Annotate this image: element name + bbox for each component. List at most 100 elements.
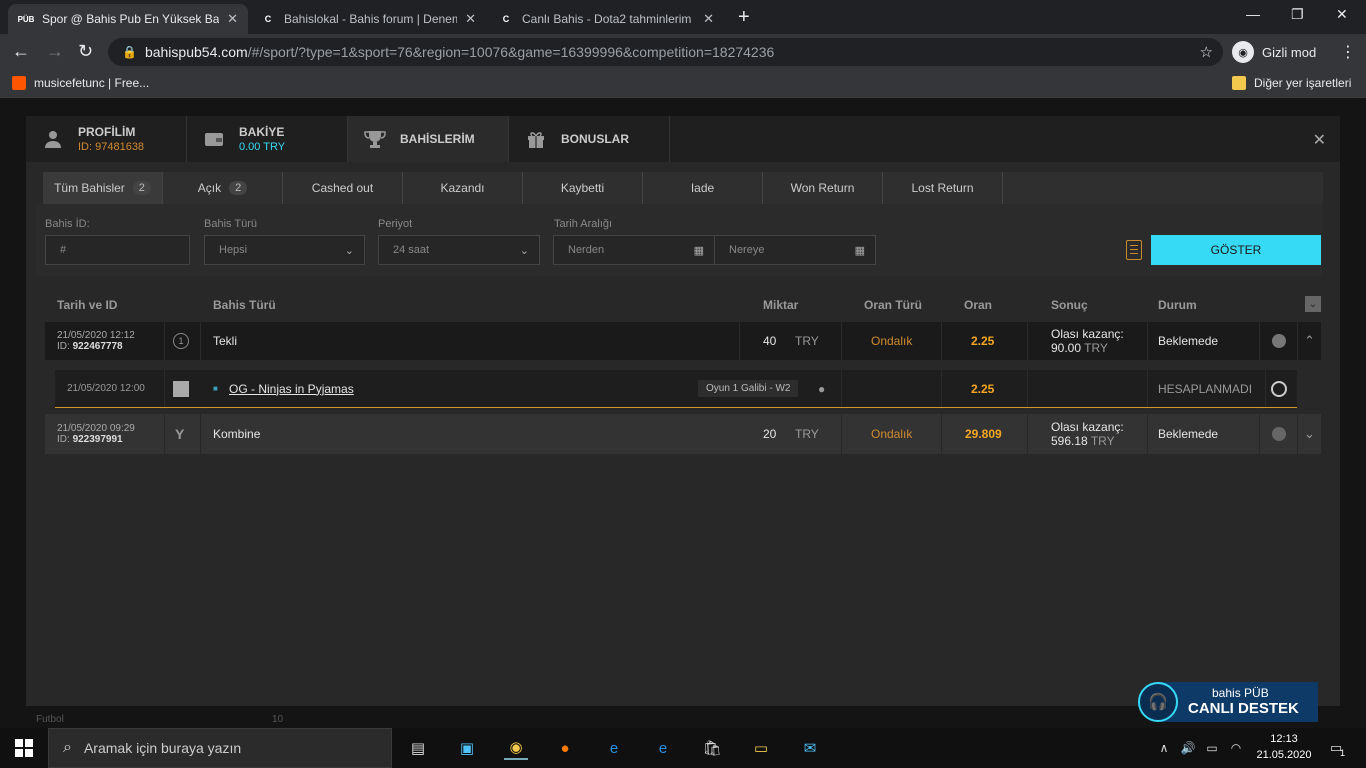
subtab-label: Tüm Bahisler: [54, 181, 125, 195]
bet-id-input[interactable]: #: [45, 235, 190, 265]
taskbar-search-placeholder: Aramak için buraya yazın: [83, 740, 242, 756]
address-bar[interactable]: 🔒 bahispub54.com/#/sport/?type=1&sport=7…: [108, 38, 1223, 66]
windows-start-icon[interactable]: [12, 736, 36, 760]
url-path: /#/sport/?type=1&sport=76&region=10076&g…: [247, 44, 775, 60]
subtab-all-bets[interactable]: Tüm Bahisler 2: [43, 172, 163, 204]
browser-tab-2[interactable]: C Bahislokal - Bahis forum | Denem ✕: [250, 4, 486, 34]
tab-balance[interactable]: BAKİYE 0.00 TRY: [187, 116, 348, 162]
browser-tab-3[interactable]: C Canlı Bahis - Dota2 tahminlerim ✕: [488, 4, 724, 34]
back-icon[interactable]: ←: [12, 41, 30, 62]
bookmarks-bar: musicefetunc | Free... Diğer yer işaretl…: [0, 70, 1366, 98]
count-badge: 2: [229, 181, 248, 195]
bet-date-id: 21/05/2020 12:12 ID: 922467778: [57, 322, 177, 360]
live-support-widget[interactable]: 🎧 bahis PÜB CANLI DESTEK: [1138, 682, 1318, 722]
browser-tab-1[interactable]: PÜB Spor @ Bahis Pub En Yüksek Bahis ✕: [8, 4, 248, 34]
chevron-up-icon[interactable]: ⌃: [1304, 322, 1315, 360]
info-icon[interactable]: ●: [818, 370, 825, 407]
clipboard-icon[interactable]: [1126, 240, 1142, 260]
tab-label: BONUSLAR: [561, 132, 629, 146]
col-bet-type: Bahis Türü: [213, 298, 276, 312]
file-explorer-icon[interactable]: ▭: [749, 736, 773, 760]
new-tab-icon[interactable]: +: [738, 6, 750, 29]
browser-menu-icon[interactable]: ⋮: [1340, 42, 1356, 62]
tab-title: Canlı Bahis - Dota2 tahminlerim: [522, 12, 692, 26]
close-tab-icon[interactable]: ✕: [227, 11, 238, 27]
date-from-input[interactable]: Nerden ▦: [553, 235, 715, 265]
globe-favicon-icon: C: [264, 14, 272, 24]
taskbar-search[interactable]: ⌕ Aramak için buraya yazın: [48, 728, 392, 768]
subtab-cashed-out[interactable]: Cashed out: [283, 172, 403, 204]
period-select[interactable]: 24 saat ⌄: [378, 235, 540, 265]
selection-odds: 2.25: [971, 381, 995, 396]
subtab-lost-return[interactable]: Lost Return: [883, 172, 1003, 204]
chevron-down-icon: ⌄: [344, 244, 354, 257]
forward-icon[interactable]: →: [46, 41, 64, 62]
bookmark-star-icon[interactable]: ☆: [1200, 43, 1213, 61]
bet-id-prefix: ID:: [57, 341, 70, 352]
subtab-lost[interactable]: Kaybetti: [523, 172, 643, 204]
subtab-label: Cashed out: [311, 181, 374, 195]
ie-icon[interactable]: e: [602, 736, 626, 760]
minimize-icon[interactable]: —: [1246, 6, 1260, 22]
live-dot-icon: ■: [213, 384, 218, 393]
subtab-open[interactable]: Açık 2: [163, 172, 283, 204]
other-bookmarks[interactable]: Diğer yer işaretleri: [1232, 76, 1351, 90]
mail-icon[interactable]: ✉: [798, 736, 822, 760]
count-badge: 2: [132, 181, 151, 195]
folder-icon: [1232, 76, 1246, 90]
subtab-refund[interactable]: Iade: [643, 172, 763, 204]
col-amount: Miktar: [763, 298, 799, 312]
selection-status: HESAPLANMADI: [1158, 381, 1253, 396]
tab-my-bets[interactable]: BAHİSLERİM: [348, 116, 509, 162]
battery-icon[interactable]: ▭: [1200, 736, 1224, 760]
selection-date: 21/05/2020 12:00: [67, 383, 145, 394]
store-icon[interactable]: 🛍: [700, 736, 724, 760]
bet-filters: Bahis İD: # Bahis Türü Hepsi ⌄ Periyot 24…: [36, 204, 1322, 276]
taskbar-clock[interactable]: 12:13 21.05.2020: [1254, 731, 1314, 763]
edge-icon[interactable]: e: [651, 736, 675, 760]
bet-id: 922397991: [72, 434, 123, 445]
task-view-icon[interactable]: ▤: [406, 736, 430, 760]
subtab-won[interactable]: Kazandı: [403, 172, 523, 204]
incognito-indicator[interactable]: ◉ Gizli mod: [1232, 40, 1316, 64]
table-row[interactable]: 21/05/2020 12:12 ID: 922467778 1 Tekli 4…: [45, 322, 1321, 360]
user-icon: [42, 128, 64, 150]
notification-count: 1: [1340, 748, 1346, 758]
close-tab-icon[interactable]: ✕: [703, 11, 714, 27]
volume-icon[interactable]: 🔊: [1176, 736, 1200, 760]
single-bet-icon: 1: [173, 322, 189, 360]
bet-type-select[interactable]: Hepsi ⌄: [204, 235, 365, 265]
tab-profile[interactable]: PROFİLİM ID: 97481638: [26, 116, 187, 162]
tab-bonuses[interactable]: BONUSLAR: [509, 116, 670, 162]
firefox-icon[interactable]: ●: [553, 736, 577, 760]
subtab-label: Iade: [690, 181, 715, 195]
match-link[interactable]: OG - Ninjas in Pyjamas: [229, 370, 354, 407]
window-close-icon[interactable]: ✕: [1336, 6, 1348, 23]
show-button[interactable]: GÖSTER: [1151, 235, 1321, 265]
subtab-won-return[interactable]: Won Return: [763, 172, 883, 204]
bookmark-item[interactable]: musicefetunc | Free...: [12, 76, 149, 90]
calendar-icon[interactable]: ▦: [694, 244, 704, 257]
lock-icon: 🔒: [122, 45, 137, 59]
restore-icon[interactable]: ❐: [1291, 6, 1304, 23]
close-tab-icon[interactable]: ✕: [465, 11, 476, 27]
bet-id-placeholder: #: [60, 244, 67, 256]
chrome-icon[interactable]: ◉: [504, 736, 528, 760]
table-row[interactable]: 21/05/2020 09:29 ID: 922397991 Y Kombine…: [45, 414, 1321, 454]
bet-date: 21/05/2020 12:12: [57, 330, 135, 341]
date-to-input[interactable]: Nereye ▦: [714, 235, 876, 265]
odds-type: Ondalık: [871, 334, 913, 348]
wifi-icon[interactable]: ◠: [1224, 736, 1248, 760]
support-label: CANLI DESTEK: [1188, 700, 1299, 717]
tray-chevron-icon[interactable]: ∧: [1152, 736, 1176, 760]
chevron-down-icon[interactable]: ⌄: [1304, 414, 1315, 454]
control-panel-icon[interactable]: ▣: [455, 736, 479, 760]
subtab-label: Kazandı: [440, 181, 485, 195]
expand-all-icon[interactable]: ⌄: [1305, 296, 1321, 312]
modal-close-icon[interactable]: ✕: [1313, 130, 1326, 150]
soundcloud-icon: [12, 76, 26, 90]
calendar-icon[interactable]: ▦: [855, 244, 865, 257]
reload-icon[interactable]: ↻: [78, 41, 93, 62]
other-bookmarks-label: Diğer yer işaretleri: [1254, 76, 1352, 90]
bet-id-prefix: ID:: [57, 434, 70, 445]
